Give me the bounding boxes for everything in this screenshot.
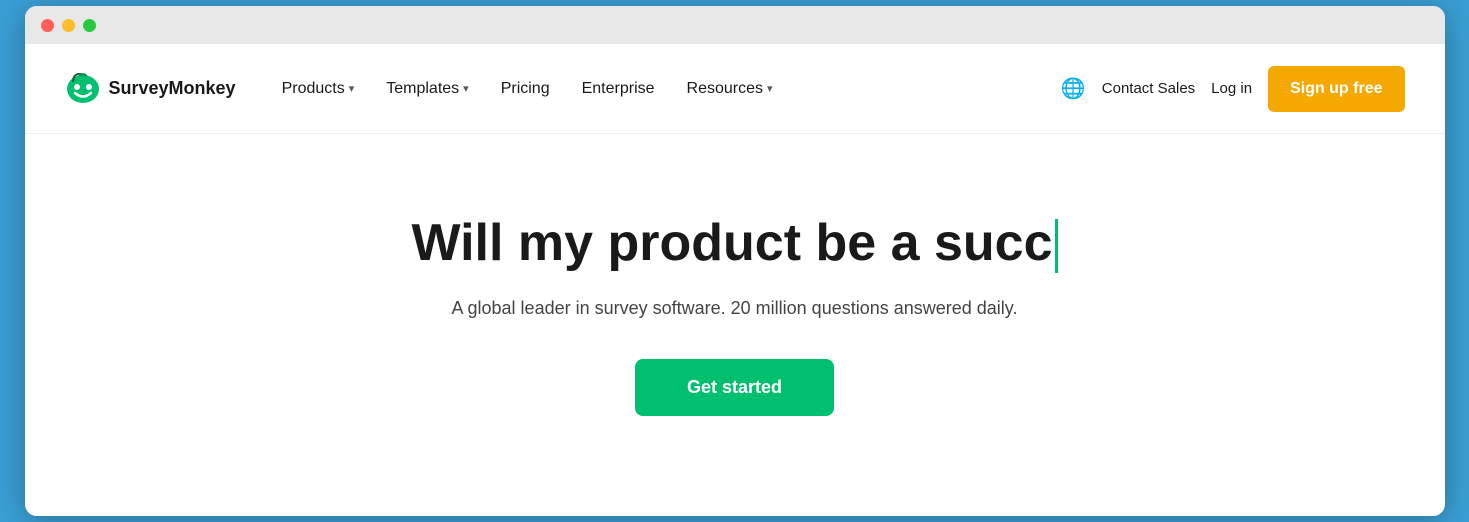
templates-chevron-icon: ▾	[463, 82, 469, 95]
nav-item-pricing[interactable]: Pricing	[487, 72, 564, 106]
dot-red[interactable]	[41, 19, 54, 32]
hero-heading-text: Will my product be a succ	[411, 214, 1052, 272]
dot-yellow[interactable]	[62, 19, 75, 32]
nav-item-resources[interactable]: Resources ▾	[673, 72, 787, 106]
nav-item-products[interactable]: Products ▾	[268, 72, 369, 106]
nav-pricing-label: Pricing	[501, 80, 550, 98]
browser-window: SurveyMonkey Products ▾ Templates ▾ Pric…	[25, 6, 1445, 516]
nav-products-label: Products	[282, 80, 345, 98]
hero-heading: Will my product be a succ	[411, 214, 1057, 274]
nav-enterprise-label: Enterprise	[582, 80, 655, 98]
surveymonkey-logo-icon	[65, 73, 101, 105]
nav-resources-label: Resources	[687, 80, 763, 98]
hero-section: Will my product be a succ A global leade…	[25, 134, 1445, 516]
nav-templates-label: Templates	[386, 80, 459, 98]
nav-item-enterprise[interactable]: Enterprise	[568, 72, 669, 106]
signup-button[interactable]: Sign up free	[1268, 66, 1404, 112]
nav-right: 🌐 Contact Sales Log in Sign up free	[1061, 66, 1405, 112]
dot-green[interactable]	[83, 19, 96, 32]
nav-item-templates[interactable]: Templates ▾	[372, 72, 482, 106]
navbar: SurveyMonkey Products ▾ Templates ▾ Pric…	[25, 44, 1445, 134]
browser-chrome	[25, 6, 1445, 44]
products-chevron-icon: ▾	[349, 82, 355, 95]
contact-sales-link[interactable]: Contact Sales	[1102, 80, 1195, 97]
logo-text: SurveyMonkey	[109, 78, 236, 99]
resources-chevron-icon: ▾	[767, 82, 773, 95]
login-button[interactable]: Log in	[1211, 80, 1252, 97]
hero-subtext: A global leader in survey software. 20 m…	[452, 298, 1018, 319]
get-started-button[interactable]: Get started	[635, 359, 834, 416]
browser-content: SurveyMonkey Products ▾ Templates ▾ Pric…	[25, 44, 1445, 516]
logo[interactable]: SurveyMonkey	[65, 73, 236, 105]
cursor-blink	[1055, 219, 1058, 273]
globe-icon[interactable]: 🌐	[1061, 76, 1086, 101]
nav-links: Products ▾ Templates ▾ Pricing Enterpris…	[268, 72, 1061, 106]
